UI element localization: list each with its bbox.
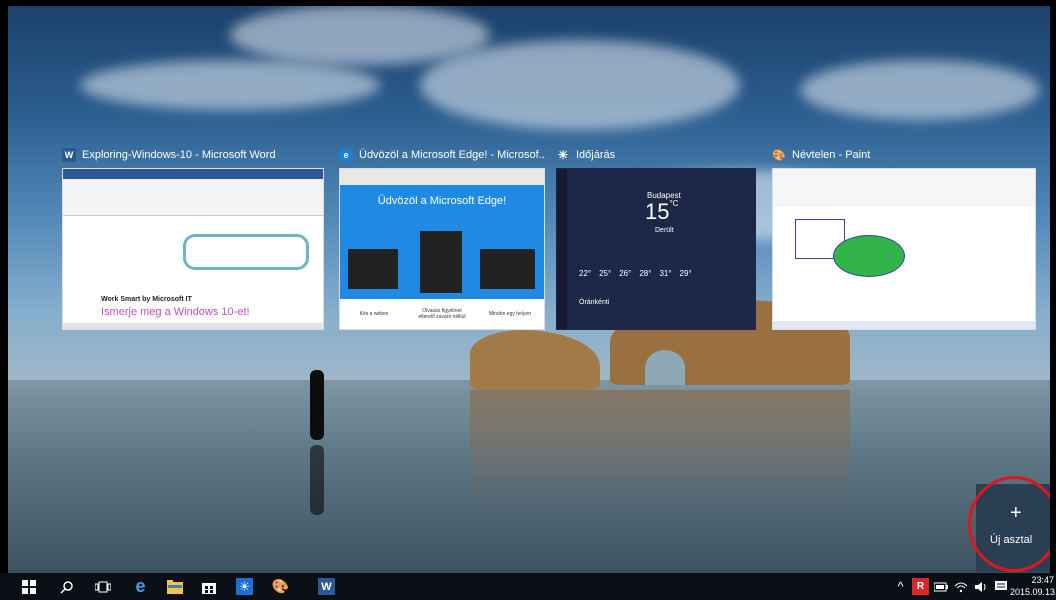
wifi-icon[interactable] — [952, 578, 969, 595]
paint-icon[interactable]: 🎨 — [272, 578, 289, 595]
edge-icon[interactable]: e — [132, 576, 149, 596]
clock-time: 23:47 — [1031, 575, 1054, 585]
taskbar: e ☀ 🎨 W ^ R 23:47 2015.09.13. — [0, 573, 1056, 600]
battery-icon[interactable] — [932, 578, 949, 595]
chevron-up-icon[interactable]: ^ — [892, 578, 909, 595]
action-center-icon[interactable] — [992, 578, 1009, 595]
clock[interactable]: 23:47 2015.09.13. — [1010, 574, 1056, 598]
screen-frame — [0, 0, 1056, 600]
word-icon[interactable]: W — [318, 578, 335, 595]
volume-icon[interactable] — [972, 578, 989, 595]
start-icon[interactable] — [20, 578, 37, 595]
file-explorer-icon[interactable] — [166, 578, 183, 595]
clock-date: 2015.09.13. — [1010, 587, 1056, 597]
red-app-icon[interactable]: R — [912, 578, 929, 595]
weather-icon[interactable]: ☀ — [236, 578, 253, 595]
task-view-icon[interactable] — [94, 578, 111, 595]
store-icon[interactable] — [200, 578, 217, 595]
search-icon[interactable] — [58, 578, 75, 595]
